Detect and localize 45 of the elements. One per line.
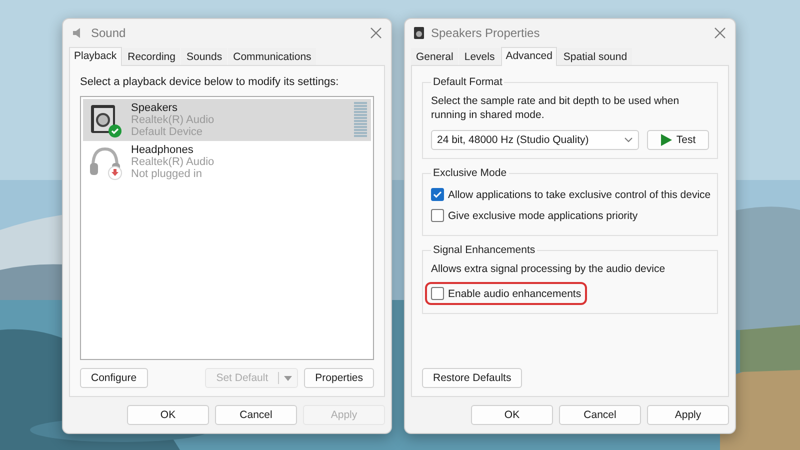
window-title: Speakers Properties <box>431 26 541 40</box>
device-name: Headphones <box>131 144 194 156</box>
checkbox-option[interactable]: Give exclusive mode applications priority <box>427 206 642 225</box>
speaker-icon <box>413 26 425 40</box>
button[interactable]: OK <box>471 405 553 425</box>
button[interactable]: Cancel <box>215 405 297 425</box>
checkbox[interactable] <box>431 209 444 222</box>
button[interactable]: Apply <box>647 405 729 425</box>
format-dropdown[interactable]: 24 bit, 48000 Hz (Studio Quality) <box>431 130 639 150</box>
group-title: Exclusive Mode <box>432 167 508 179</box>
device-status: Default Device <box>131 126 204 138</box>
group-title: Default Format <box>432 76 504 88</box>
device-item[interactable]: Speakers Realtek(R) Audio Default Device <box>83 99 371 141</box>
button[interactable]: Cancel <box>559 405 641 425</box>
device-name: Speakers <box>131 102 178 114</box>
close-icon[interactable] <box>369 26 383 40</box>
option-label: Allow applications to take exclusive control of this device <box>448 188 711 200</box>
checkbox-option[interactable]: Enable audio enhancements <box>427 284 586 303</box>
group-title: Signal Enhancements <box>432 244 536 256</box>
test-button[interactable]: Test <box>647 130 709 150</box>
device-driver: Realtek(R) Audio <box>131 114 216 126</box>
button[interactable]: Configure <box>80 368 148 388</box>
window-title: Sound <box>91 26 127 40</box>
tab[interactable]: Advanced <box>500 47 558 66</box>
tab[interactable]: Playback <box>69 47 122 66</box>
close-icon[interactable] <box>713 26 727 40</box>
device-item[interactable]: Headphones Realtek(R) Audio Not plugged in <box>83 141 371 183</box>
checkbox-option[interactable]: Allow applications to take exclusive control of this device <box>427 185 715 204</box>
checkbox[interactable] <box>431 188 444 201</box>
button[interactable]: OK <box>127 405 209 425</box>
button[interactable]: Properties <box>304 368 374 388</box>
checkbox[interactable] <box>431 287 444 300</box>
instruction-text: Select a playback device below to modify its settings: <box>80 76 340 88</box>
option-label: Enable audio enhancements <box>448 288 582 300</box>
device-driver: Realtek(R) Audio <box>131 156 216 168</box>
check-icon <box>433 190 442 199</box>
chevron-icon <box>624 137 633 143</box>
volume-meter <box>354 102 367 138</box>
option-label: Give exclusive mode applications priority <box>448 210 638 222</box>
device-status: Not plugged in <box>131 168 203 180</box>
description-text: Select the sample rate and bit depth to be used when running in shared mode. <box>431 94 680 122</box>
description-text: Allows extra signal processing by the audio device <box>431 262 666 276</box>
caret-icon <box>284 376 292 380</box>
button[interactable]: Restore Defaults <box>422 368 522 388</box>
play-icon <box>660 134 672 146</box>
